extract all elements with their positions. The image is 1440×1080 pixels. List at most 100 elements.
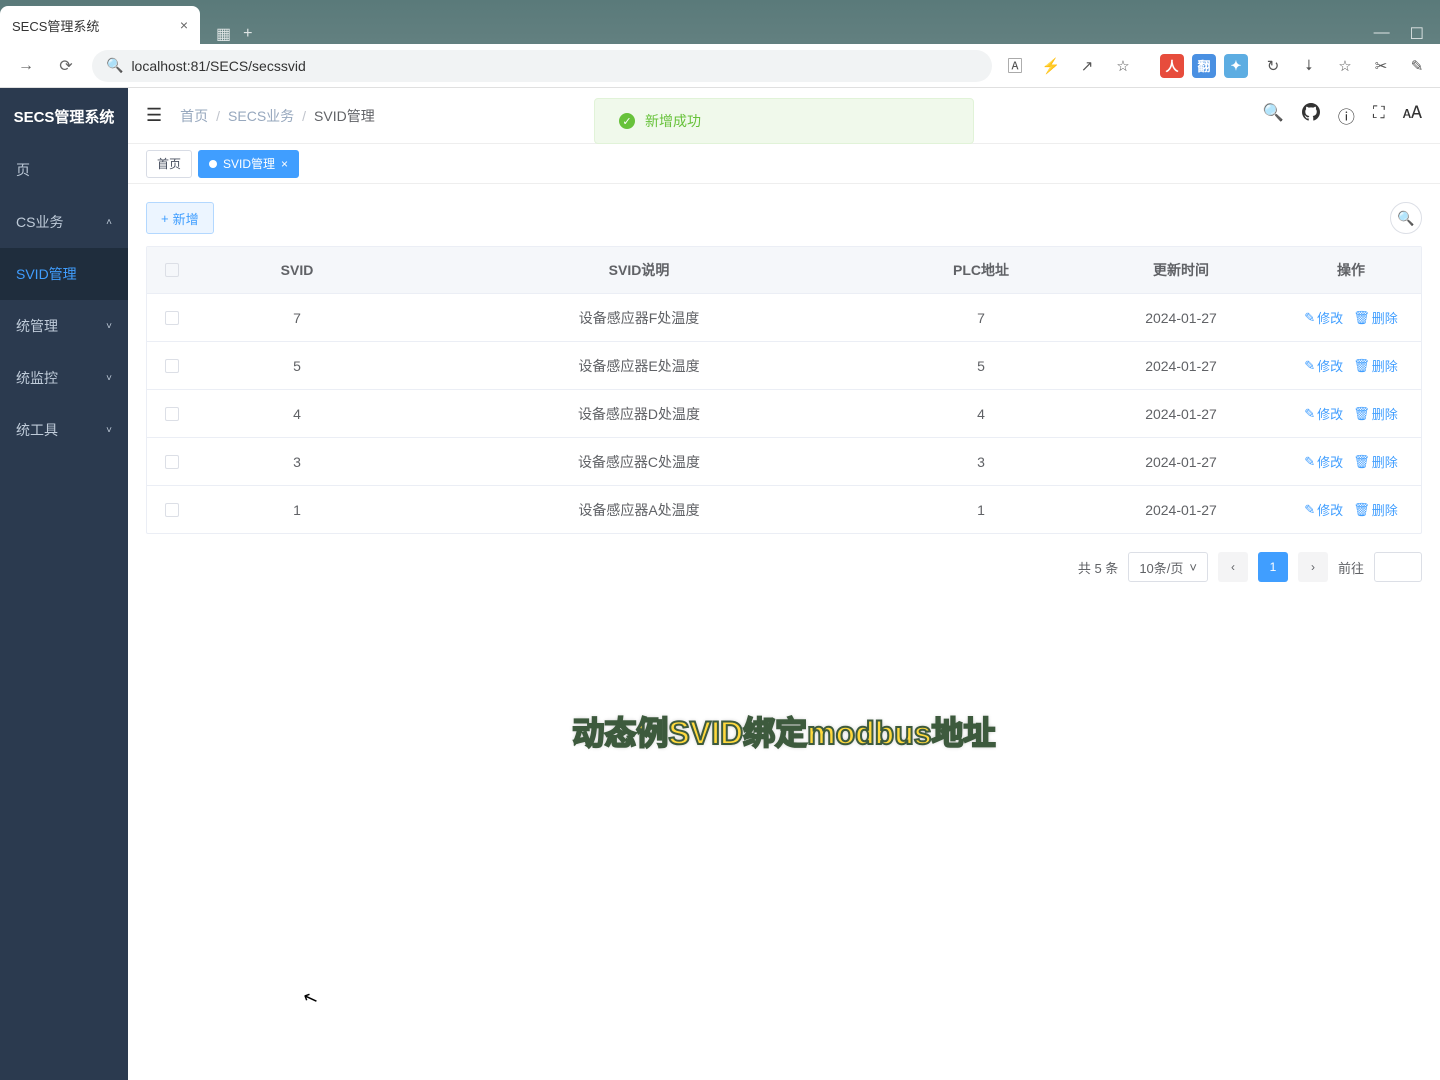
delete-link[interactable]: 🗑删除 xyxy=(1353,308,1398,327)
row-checkbox[interactable] xyxy=(165,455,179,469)
sidebar-item-secs[interactable]: CS业务 ˄ xyxy=(0,196,128,248)
url-input[interactable]: 🔍 localhost:81/SECS/secssvid xyxy=(92,50,992,82)
close-icon[interactable]: × xyxy=(281,157,288,171)
add-button[interactable]: + 新增 xyxy=(146,202,214,234)
edit-link[interactable]: ✎修改 xyxy=(1304,356,1343,375)
trash-icon: 🗑 xyxy=(1353,406,1370,422)
next-page-button[interactable]: › xyxy=(1298,552,1328,582)
overlay-caption: 动态例SVID绑定modbus地址 xyxy=(572,708,995,754)
tab-svid[interactable]: SVID管理 × xyxy=(198,150,299,178)
new-tab-icon[interactable]: + xyxy=(243,25,252,43)
edit-icon: ✎ xyxy=(1304,406,1315,422)
sidebar-item-label: 统工具 xyxy=(16,420,58,440)
row-checkbox[interactable] xyxy=(165,503,179,517)
page-size-select[interactable]: 10条/页 ˅ xyxy=(1128,552,1208,582)
help-icon[interactable]: ⓘ xyxy=(1338,103,1355,128)
cell-time: 2024-01-27 xyxy=(1081,454,1281,470)
github-icon[interactable] xyxy=(1302,103,1320,128)
cell-desc: 设备感应器F处温度 xyxy=(397,308,881,328)
grid-icon[interactable]: ▦ xyxy=(216,24,231,44)
cell-svid: 3 xyxy=(197,454,397,470)
row-checkbox[interactable] xyxy=(165,311,179,325)
breadcrumb-sep: / xyxy=(302,108,306,124)
browser-tab[interactable]: SECS管理系统 × xyxy=(0,6,200,44)
edit-icon: ✎ xyxy=(1304,358,1315,374)
translate-icon[interactable]: 🄰 xyxy=(1004,55,1026,77)
data-table: SVID SVID说明 PLC地址 更新时间 操作 7 设备感应器F处温度 7 … xyxy=(146,246,1422,534)
edit-link[interactable]: ✎修改 xyxy=(1304,500,1343,519)
cell-desc: 设备感应器A处温度 xyxy=(397,500,881,520)
cell-time: 2024-01-27 xyxy=(1081,406,1281,422)
favorite-icon[interactable]: ☆ xyxy=(1112,55,1134,77)
reload-icon[interactable]: ⟳ xyxy=(52,52,80,80)
browser-chrome: SECS管理系统 × ▦ + — ☐ → ⟳ 🔍 localhost:81/SE… xyxy=(0,0,1440,88)
chevron-down-icon: ˅ xyxy=(1189,560,1197,575)
tab-label: SVID管理 xyxy=(223,155,275,172)
select-all-checkbox[interactable] xyxy=(165,263,179,277)
cell-svid: 7 xyxy=(197,310,397,326)
page-number-button[interactable]: 1 xyxy=(1258,552,1288,582)
delete-link[interactable]: 🗑删除 xyxy=(1353,500,1398,519)
col-header-desc: SVID说明 xyxy=(397,260,881,280)
flash-icon[interactable]: ⚡ xyxy=(1040,55,1062,77)
tab-home[interactable]: 首页 xyxy=(146,150,192,178)
cell-svid: 1 xyxy=(197,502,397,518)
page-size-label: 10条/页 xyxy=(1139,558,1183,577)
breadcrumb-secs[interactable]: SECS业务 xyxy=(228,106,294,126)
fontsize-icon[interactable]: 🗚 xyxy=(1403,103,1422,128)
share-icon[interactable]: ↗ xyxy=(1076,55,1098,77)
star-icon[interactable]: ☆ xyxy=(1334,55,1356,77)
table-row: 4 设备感应器D处温度 4 2024-01-27 ✎修改 🗑删除 xyxy=(147,389,1421,437)
delete-link[interactable]: 🗑删除 xyxy=(1353,452,1398,471)
scissors-icon[interactable]: ✂ xyxy=(1370,55,1392,77)
sidebar-item-sysmanage[interactable]: 统管理 ˅ xyxy=(0,300,128,352)
fullscreen-icon[interactable]: ⛶ xyxy=(1373,103,1385,128)
success-toast: ✓ 新增成功 xyxy=(594,98,974,144)
delete-link[interactable]: 🗑删除 xyxy=(1353,404,1398,423)
close-icon[interactable]: × xyxy=(180,17,188,33)
sidebar-item-systools[interactable]: 统工具 ˅ xyxy=(0,404,128,456)
search-icon[interactable]: 🔍 xyxy=(1263,103,1284,128)
minimize-icon[interactable]: — xyxy=(1374,24,1390,44)
history-icon[interactable]: ↻ xyxy=(1262,55,1284,77)
address-bar: → ⟳ 🔍 localhost:81/SECS/secssvid 🄰 ⚡ ↗ ☆… xyxy=(0,44,1440,88)
note-icon[interactable]: ✎ xyxy=(1406,55,1428,77)
forward-icon[interactable]: → xyxy=(12,52,40,80)
breadcrumb-home[interactable]: 首页 xyxy=(180,106,208,126)
cell-plc: 3 xyxy=(881,454,1081,470)
breadcrumb-sep: / xyxy=(216,108,220,124)
table-row: 7 设备感应器F处温度 7 2024-01-27 ✎修改 🗑删除 xyxy=(147,293,1421,341)
row-checkbox[interactable] xyxy=(165,407,179,421)
sidebar-item-label: 页 xyxy=(16,160,30,180)
search-button[interactable]: 🔍 xyxy=(1390,202,1422,234)
sidebar-item-svid[interactable]: SVID管理 xyxy=(0,248,128,300)
extension-bird-icon[interactable]: ✦ xyxy=(1224,54,1248,78)
edit-link[interactable]: ✎修改 xyxy=(1304,308,1343,327)
row-checkbox[interactable] xyxy=(165,359,179,373)
jump-input[interactable] xyxy=(1374,552,1422,582)
content-area: + 新增 🔍 SVID SVID说明 PLC地址 更新时间 操作 7 设备感应器… xyxy=(128,184,1440,1080)
extension-pdf-icon[interactable]: 人 xyxy=(1160,54,1184,78)
app-logo: SECS管理系统 xyxy=(0,88,128,144)
delete-link[interactable]: 🗑删除 xyxy=(1353,356,1398,375)
cell-plc: 4 xyxy=(881,406,1081,422)
edit-link[interactable]: ✎修改 xyxy=(1304,452,1343,471)
extension-translate-icon[interactable]: 翻 xyxy=(1192,54,1216,78)
edit-icon: ✎ xyxy=(1304,310,1315,326)
trash-icon: 🗑 xyxy=(1353,310,1370,326)
cell-plc: 1 xyxy=(881,502,1081,518)
download-icon[interactable]: ⭣ xyxy=(1298,55,1320,77)
prev-page-button[interactable]: ‹ xyxy=(1218,552,1248,582)
trash-icon: 🗑 xyxy=(1353,502,1370,518)
chevron-up-icon: ˄ xyxy=(106,217,112,228)
edit-link[interactable]: ✎修改 xyxy=(1304,404,1343,423)
maximize-icon[interactable]: ☐ xyxy=(1410,24,1424,44)
sidebar-item-sysmonitor[interactable]: 统监控 ˅ xyxy=(0,352,128,404)
breadcrumb: 首页 / SECS业务 / SVID管理 xyxy=(180,106,375,126)
chevron-down-icon: ˅ xyxy=(106,321,112,332)
toast-message: 新增成功 xyxy=(645,111,701,131)
hamburger-icon[interactable]: ☰ xyxy=(146,105,162,126)
sidebar-item-home[interactable]: 页 xyxy=(0,144,128,196)
tab-bar-icons: ▦ + xyxy=(200,24,268,44)
address-bar-right: 🄰 ⚡ ↗ ☆ 人 翻 ✦ ↻ ⭣ ☆ ✂ ✎ xyxy=(1004,54,1428,78)
